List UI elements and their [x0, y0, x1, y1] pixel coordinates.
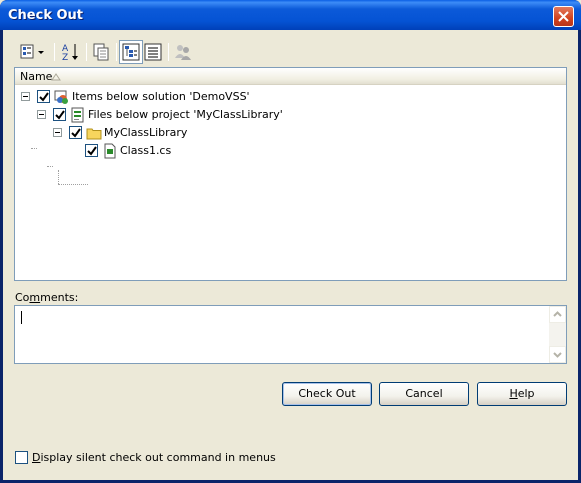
check-out-dialog: Check Out A Z Name Items below solution … [0, 0, 581, 483]
people-icon [175, 45, 191, 60]
view-options-dropdown[interactable] [16, 40, 50, 64]
text-caret [21, 311, 22, 324]
checkmark-icon [39, 92, 49, 102]
chevron-up-icon [553, 311, 562, 317]
tree-item-file[interactable]: Class1.cs [15, 142, 566, 160]
tree-item-checkbox[interactable] [85, 144, 98, 157]
collapse-icon[interactable] [21, 92, 30, 101]
sort-az-icon: A Z [62, 44, 78, 63]
project-icon [71, 107, 84, 123]
chevron-down-icon [553, 352, 562, 358]
sort-ascending-icon [51, 73, 61, 81]
tree-line [58, 184, 88, 185]
tree-item-label: Items below solution 'DemoVSS' [72, 90, 250, 103]
tree-item-label: Class1.cs [120, 144, 172, 157]
collapse-icon[interactable] [37, 110, 46, 119]
check-out-button[interactable]: Check Out [282, 382, 372, 406]
checkmark-icon [71, 128, 81, 138]
silent-checkout-label: Display silent check out command in menu… [32, 451, 276, 464]
scroll-up-button[interactable] [549, 306, 566, 323]
scroll-down-button[interactable] [549, 346, 566, 363]
tree-item-solution[interactable]: Items below solution 'DemoVSS' [15, 88, 566, 106]
copy-button[interactable] [89, 40, 113, 64]
copy-icon [93, 43, 109, 61]
toolbar: A Z [16, 40, 216, 66]
view-options-icon [20, 44, 44, 59]
comments-label: Comments: [15, 291, 79, 304]
people-button[interactable] [171, 40, 195, 64]
column-header-bar: Name [15, 68, 566, 85]
tree-item-checkbox[interactable] [37, 90, 50, 103]
folder-icon [86, 128, 102, 140]
comments-textarea[interactable] [14, 305, 567, 364]
items-tree[interactable]: Name Items below solution 'DemoVSS' File… [14, 67, 567, 281]
cancel-button[interactable]: Cancel [379, 382, 469, 406]
toolbar-separator [86, 43, 87, 61]
sort-button[interactable]: A Z [59, 40, 83, 64]
collapse-icon[interactable] [53, 128, 62, 137]
tree-item-label: MyClassLibrary [104, 126, 188, 139]
help-button[interactable]: Help [477, 382, 567, 406]
toolbar-separator [116, 43, 117, 61]
cs-file-icon [104, 143, 116, 159]
tree-item-checkbox[interactable] [53, 108, 66, 121]
dialog-title: Check Out [8, 8, 84, 23]
tree-view-button[interactable] [119, 40, 143, 64]
title-bar[interactable]: Check Out [0, 0, 581, 30]
dialog-client: A Z Name Items below solution 'DemoVSS' … [3, 30, 578, 480]
column-header-name[interactable]: Name [15, 68, 566, 85]
tree-item-folder[interactable]: MyClassLibrary [15, 124, 566, 142]
checkmark-icon [55, 110, 65, 120]
column-header-label: Name [20, 70, 53, 83]
tree-item-checkbox[interactable] [69, 126, 82, 139]
silent-checkout-checkbox[interactable] [15, 451, 28, 464]
toolbar-separator [54, 43, 55, 61]
list-view-button[interactable] [141, 40, 165, 64]
checkmark-icon [87, 146, 97, 156]
solution-icon [54, 90, 68, 104]
tree-line [58, 170, 59, 184]
comments-scrollbar[interactable] [549, 306, 566, 363]
tree-line [47, 166, 53, 167]
close-button[interactable] [553, 6, 574, 27]
list-view-icon [144, 43, 162, 61]
toolbar-separator [168, 43, 169, 61]
tree-view-icon [122, 43, 140, 61]
tree-item-label: Files below project 'MyClassLibrary' [88, 108, 283, 121]
svg-text:Z: Z [62, 53, 68, 63]
close-icon [558, 11, 569, 22]
tree-item-project[interactable]: Files below project 'MyClassLibrary' [15, 106, 566, 124]
